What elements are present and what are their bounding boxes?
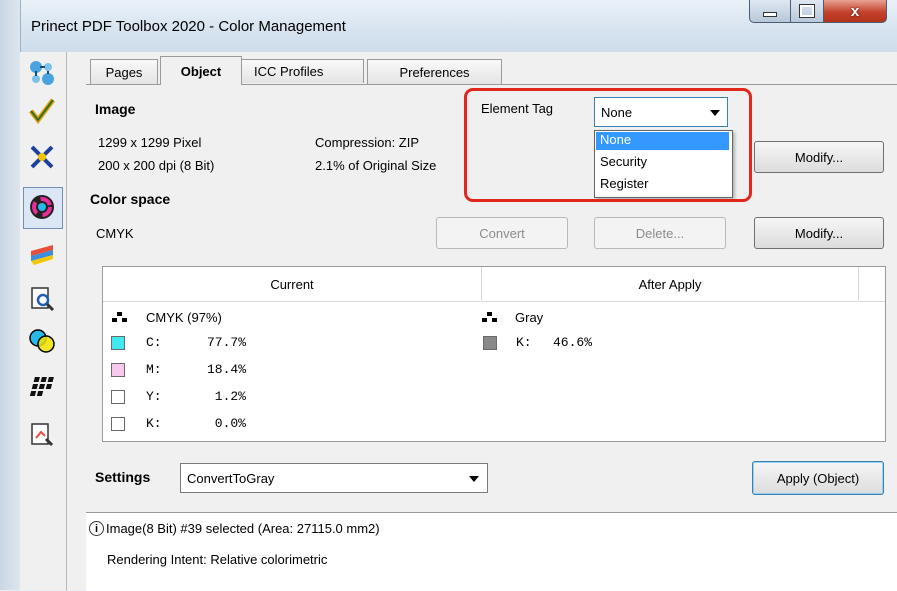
info-icon: i (89, 521, 104, 536)
tool-check-icon[interactable] (27, 96, 57, 126)
channel-label-y: Y: (146, 389, 162, 404)
tool-preflight-icon[interactable] (27, 58, 57, 88)
column-header-empty (859, 267, 885, 302)
chevron-down-icon[interactable] (469, 476, 479, 482)
color-values-table: Current After Apply CMYK (97%) C: 77.7% … (102, 266, 886, 442)
channel-value-k: 0.0% (214, 416, 246, 431)
channel-label-c: C: (146, 335, 162, 350)
magenta-swatch (111, 363, 125, 377)
tab-preferences[interactable]: Preferences (367, 59, 502, 84)
maximize-icon (799, 4, 815, 18)
window-title: Prinect PDF Toolbox 2020 - Color Managem… (31, 18, 346, 35)
image-resolution: 200 x 200 dpi (8 Bit) (98, 158, 215, 173)
column-header-after-apply[interactable]: After Apply (482, 267, 858, 302)
tool-color-management-icon[interactable] (27, 192, 57, 222)
settings-label: Settings (95, 469, 151, 485)
cmyk-icon (111, 311, 129, 326)
status-rendering-intent: Rendering Intent: Relative colorimetric (107, 552, 328, 567)
apply-object-button[interactable]: Apply (Object) (752, 461, 884, 495)
channel-value-c: 77.7% (206, 335, 246, 350)
minimize-icon (763, 11, 777, 17)
gray-space-icon (481, 311, 499, 326)
maximize-button[interactable] (790, 0, 824, 23)
image-size: 1299 x 1299 Pixel (98, 135, 202, 150)
desktop-edge (0, 0, 20, 590)
tool-sidebar (20, 52, 67, 590)
status-selection-text: Image(8 Bit) #39 selected (Area: 27115.0… (106, 521, 380, 536)
image-compression: Compression: ZIP (315, 135, 420, 150)
tab-pages[interactable]: Pages (90, 59, 158, 84)
yellow-swatch (111, 390, 125, 404)
close-icon: x (850, 2, 860, 20)
after-channel-label-k: K: (516, 335, 532, 350)
image-modify-button[interactable]: Modify... (754, 141, 884, 173)
channel-label-m: M: (146, 362, 162, 377)
cyan-swatch (111, 336, 125, 350)
color-space-heading: Color space (90, 191, 171, 207)
column-header-current[interactable]: Current (103, 267, 481, 302)
tool-imposition-icon[interactable] (27, 372, 57, 402)
gray-swatch (483, 336, 497, 350)
minimize-button[interactable] (749, 0, 791, 23)
settings-selected-value: ConvertToGray (187, 471, 275, 486)
current-color-space: CMYK (97%) (146, 310, 222, 325)
highlight-annotation-frame (464, 88, 752, 202)
channel-value-m: 18.4% (206, 362, 246, 377)
black-swatch (111, 417, 125, 431)
color-space-modify-button[interactable]: Modify... (754, 217, 884, 249)
tool-report-icon[interactable] (27, 420, 57, 450)
after-channel-value-k: 46.6% (553, 335, 593, 350)
color-space-value: CMYK (96, 226, 134, 241)
convert-button[interactable]: Convert (436, 217, 568, 249)
tab-icc-profiles[interactable]: ICC Profiles (241, 59, 364, 83)
tool-inspect-icon[interactable] (27, 284, 57, 314)
tool-separation-icon[interactable] (27, 326, 57, 356)
delete-button[interactable]: Delete... (594, 217, 726, 249)
tool-swatches-icon[interactable] (27, 238, 57, 268)
channel-value-y: 1.2% (214, 389, 246, 404)
tab-object[interactable]: Object (160, 56, 242, 85)
image-heading: Image (95, 101, 136, 117)
close-button[interactable]: x (823, 0, 887, 23)
after-color-space: Gray (515, 310, 544, 325)
channel-label-k: K: (146, 416, 162, 431)
image-original-size: 2.1% of Original Size (315, 158, 437, 173)
settings-select[interactable]: ConvertToGray (180, 463, 488, 493)
tool-edit-icon[interactable] (27, 142, 57, 172)
